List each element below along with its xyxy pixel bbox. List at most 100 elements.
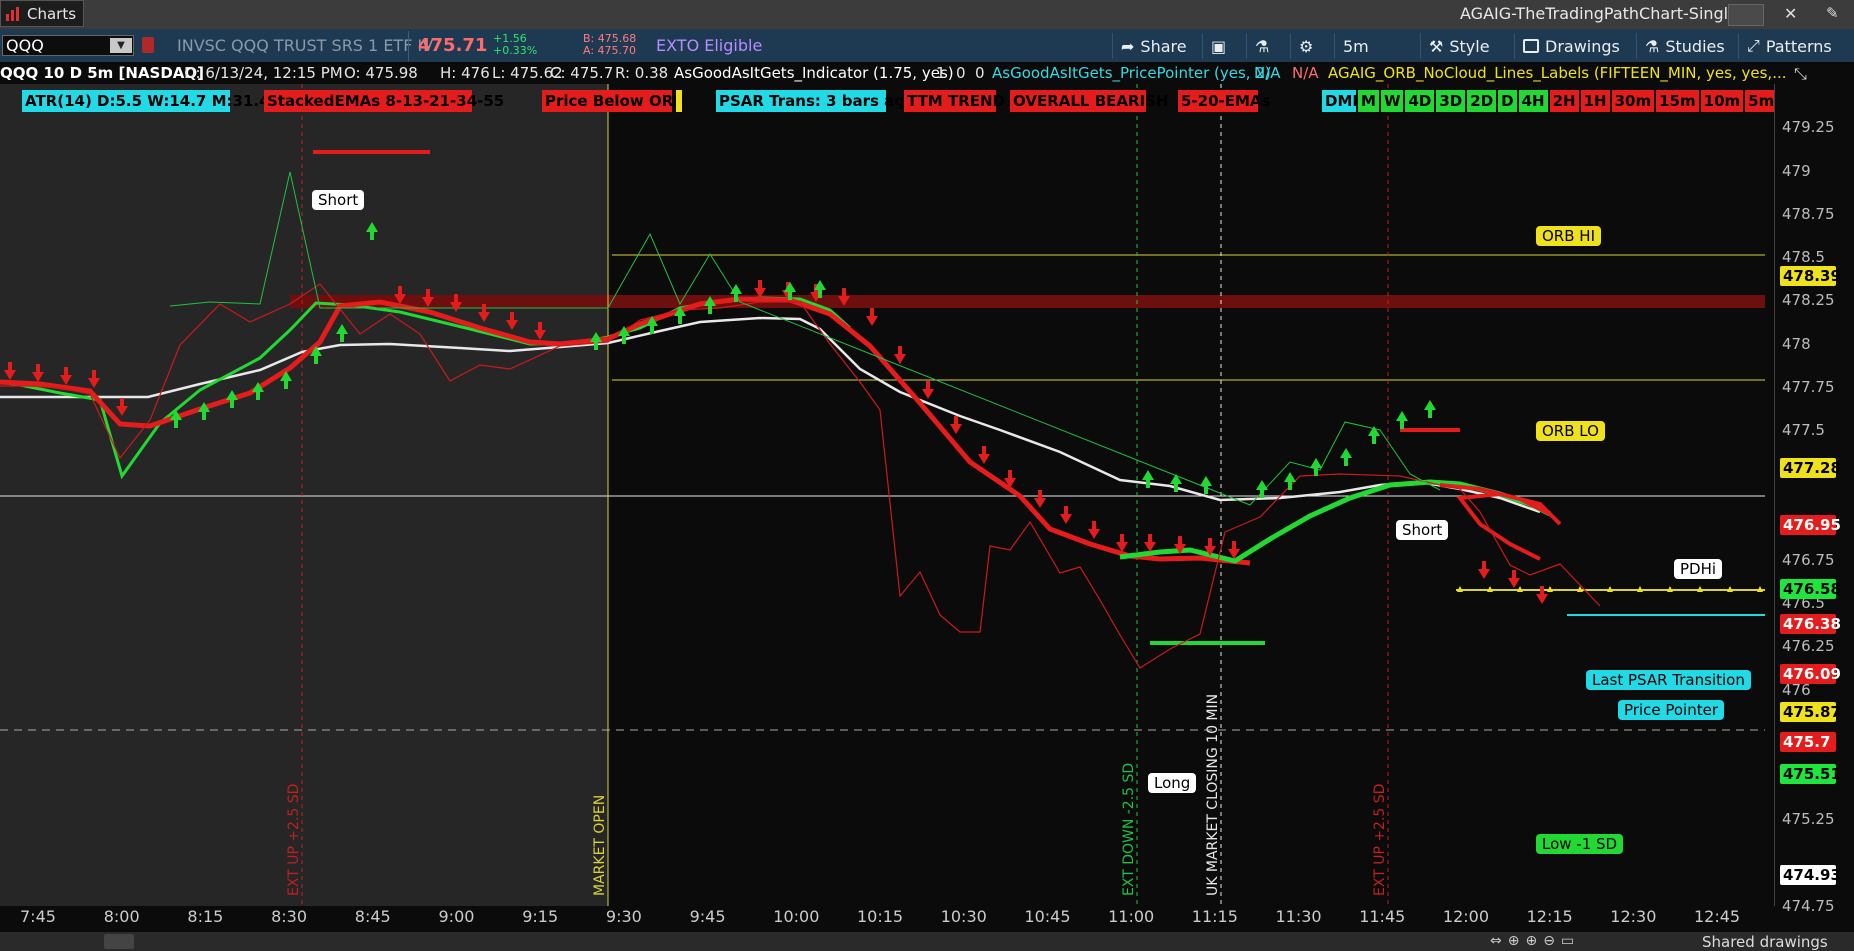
price-flag: 475.51 — [1780, 764, 1841, 785]
calendar-icon: ▣ — [1211, 36, 1227, 56]
price-pointer-study[interactable]: AsGoodAsItGets_PricePointer (yes, 2) — [992, 64, 1271, 82]
patterns-button[interactable]: ⤢ Patterns — [1738, 33, 1850, 59]
link-icon[interactable] — [142, 37, 154, 53]
studies-label: Studies — [1665, 36, 1725, 56]
gear-icon: ⚙ — [1299, 36, 1314, 56]
timeframe-label-m: M — [1358, 90, 1379, 112]
price-flag: 478.39 — [1780, 266, 1841, 287]
time-tick: 9:00 — [438, 907, 475, 926]
price-flag: 476.95 — [1780, 515, 1841, 536]
last-price: 475.71 — [418, 35, 488, 56]
timeframe-labels: M W 4D 3D 2D D 4H 2H 1H 30m 15m 10m 5m — [1358, 90, 1778, 112]
exto-eligible: EXTO Eligible — [656, 36, 763, 55]
collapse-icon[interactable]: ⤡ — [1794, 64, 1807, 84]
window-color-box[interactable] — [1728, 4, 1764, 26]
timeframe-label-1h: 1H — [1580, 90, 1610, 112]
price-chart[interactable] — [0, 84, 1774, 906]
timeframe-label-2h: 2H — [1549, 90, 1579, 112]
price-flag: 477.28 — [1780, 458, 1841, 479]
orb-lo-callout: ORB LO — [1536, 421, 1605, 441]
market-open-label: MARKET OPEN — [592, 794, 608, 896]
resistance-zone — [290, 295, 1765, 308]
price-flag: 475.87 — [1780, 702, 1841, 723]
last-psar-callout: Last PSAR Transition — [1586, 670, 1751, 690]
time-tick: 8:15 — [187, 907, 224, 926]
bar-range: R: 0.38 — [615, 64, 669, 82]
study-value-3: 0 — [975, 64, 985, 82]
price-tick: 476.75 — [1782, 550, 1835, 569]
window-title: AGAIG-TheTradingPathChart-Single — [1460, 4, 1738, 23]
timeframe-label-4h: 4H — [1518, 90, 1548, 112]
bar-high: H: 476 — [440, 64, 490, 82]
flask-studies-icon: ⚗ — [1645, 36, 1660, 56]
shared-drawings-label[interactable]: Shared drawings — [1702, 933, 1828, 951]
zoom-controls[interactable]: ⇔⊕⊕⊖▭ — [1490, 933, 1580, 949]
atr-label: ATR(14) D:5.5 W:14.7 M:31.4 — [22, 90, 270, 112]
time-tick: 7:45 — [20, 907, 56, 926]
ext-up-label-2: EXT UP +2.5 SD — [1372, 783, 1388, 896]
timeframe-label-4d: 4D — [1405, 90, 1435, 112]
price-below-orb-label: Price Below ORB — [542, 90, 685, 112]
short-callout-1: Short — [312, 190, 365, 210]
price-tick: 477.75 — [1782, 377, 1835, 396]
ttm-trend-label: TTM TREND — [904, 90, 1005, 112]
calendar-button[interactable]: ▣ — [1202, 33, 1246, 59]
timeframe-label-15m: 15m — [1656, 90, 1699, 112]
time-tick: 9:45 — [689, 907, 726, 926]
bar-open: O: 475.98 — [344, 64, 418, 82]
style-button[interactable]: ⚒ Style — [1420, 33, 1514, 59]
low-sd-callout: Low -1 SD — [1536, 834, 1624, 854]
timeframe-label-d: D — [1498, 90, 1517, 112]
studies-button[interactable]: ⚗ Studies — [1636, 33, 1738, 59]
timeframe-label-30m: 30m — [1611, 90, 1655, 112]
settings-button[interactable]: ⚙ — [1290, 33, 1334, 59]
time-tick: 11:30 — [1275, 907, 1322, 926]
pdhi-callout: PDHi — [1674, 559, 1723, 579]
study-value-2: 0 — [956, 64, 966, 82]
net-change: +1.56 +0.33% — [493, 33, 537, 57]
timeframe-label-3d: 3D — [1436, 90, 1466, 112]
charts-tab[interactable]: Charts — [0, 0, 84, 27]
bar-chart-icon — [6, 6, 19, 21]
time-tick: 8:00 — [103, 907, 140, 926]
change-pct: +0.33% — [493, 44, 538, 57]
uk-close-label: UK MARKET CLOSING 10 MIN — [1205, 693, 1221, 896]
pin-icon[interactable]: ✎ — [1826, 4, 1839, 22]
share-button[interactable]: ➦ Share — [1112, 33, 1202, 59]
time-tick: 12:15 — [1526, 907, 1573, 926]
timeframe-button[interactable]: 5m — [1334, 33, 1386, 59]
price-tick: 478.5 — [1782, 248, 1825, 267]
orb-study[interactable]: AGAIG_ORB_NoCloud_Lines_Labels (FIFTEEN_… — [1328, 64, 1787, 82]
ask: A: 475.70 — [583, 44, 637, 57]
ext-up-label-1: EXT UP +2.5 SD — [286, 783, 302, 896]
study-value-1: 1 — [936, 64, 946, 82]
orb-indicator-swatch — [676, 90, 682, 112]
share-label: Share — [1140, 36, 1187, 56]
style-label: Style — [1449, 36, 1490, 56]
ext-down-label: EXT DOWN -2.5 SD — [1121, 762, 1137, 896]
price-chart-canvas[interactable] — [0, 84, 1774, 906]
drawing-box-icon — [1523, 39, 1539, 53]
timeframe-label-5m: 5m — [1745, 90, 1778, 112]
flask-icon: ⚗ — [1255, 36, 1270, 56]
scroll-handle[interactable] — [104, 934, 134, 949]
psar-label: PSAR Trans: 3 bars ago — [716, 90, 915, 112]
drawings-button[interactable]: Drawings — [1514, 33, 1636, 59]
na-value-1: N/A — [1254, 64, 1281, 82]
price-tick: 479.25 — [1782, 118, 1835, 137]
chevron-down-icon[interactable]: ▼ — [110, 38, 132, 53]
overall-bearish-label: OVERALL BEARISH — [1010, 90, 1168, 112]
time-tick: 8:45 — [354, 907, 391, 926]
share-icon: ➦ — [1121, 36, 1135, 56]
timeframe-label-2d: 2D — [1467, 90, 1497, 112]
bar-close: C: 475.7 — [550, 64, 614, 82]
indicator-study[interactable]: AsGoodAsItGets_Indicator (1.75, yes) — [674, 64, 954, 82]
close-icon[interactable]: ✕ — [1784, 4, 1797, 23]
timeframe-label-w: W — [1380, 90, 1404, 112]
ema-520-label: 5-20-EMAs — [1178, 90, 1270, 112]
drawings-label: Drawings — [1545, 36, 1620, 56]
flask-button[interactable]: ⚗ — [1246, 33, 1290, 59]
time-tick: 8:30 — [271, 907, 308, 926]
price-flag: 474.93 — [1780, 864, 1841, 885]
time-tick: 11:15 — [1191, 907, 1238, 926]
